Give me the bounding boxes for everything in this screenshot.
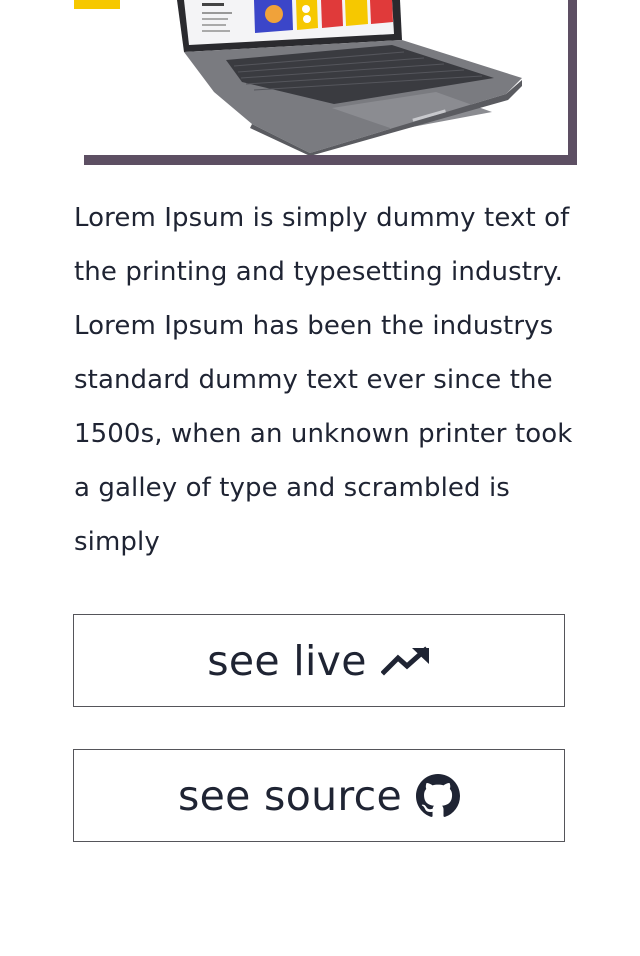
project-card: Lorem Ipsum is simply dummy text of the …: [0, 0, 640, 956]
github-icon: [416, 773, 460, 818]
see-live-button[interactable]: see live: [73, 614, 565, 707]
laptop-icon: [177, 0, 522, 155]
trending-up-icon: [380, 645, 431, 677]
see-live-label: see live: [207, 636, 367, 685]
see-source-label: see source: [178, 771, 402, 820]
project-description: Lorem Ipsum is simply dummy text of the …: [74, 203, 573, 557]
project-screenshot: [74, 0, 568, 155]
see-source-button[interactable]: see source: [73, 749, 565, 842]
